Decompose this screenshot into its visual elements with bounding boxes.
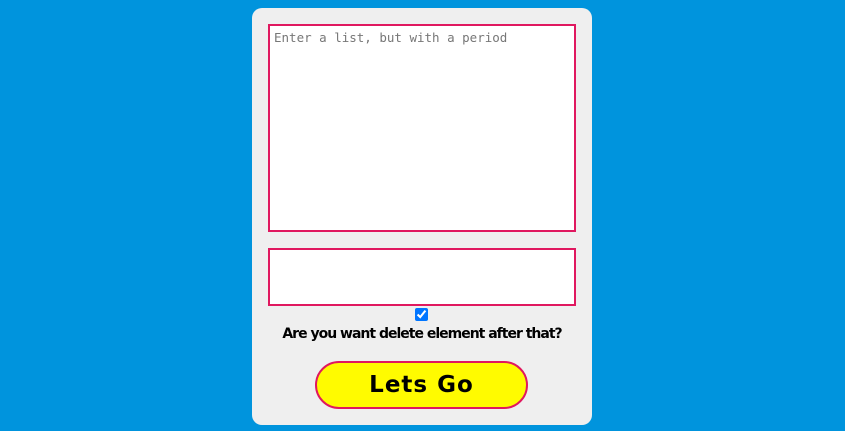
- delete-element-checkbox[interactable]: [415, 308, 428, 321]
- delete-element-label: Are you want delete element after that?: [282, 326, 562, 342]
- result-field[interactable]: [268, 248, 576, 306]
- form-card: Are you want delete element after that? …: [252, 8, 592, 425]
- lets-go-button[interactable]: Lets Go: [315, 361, 528, 409]
- list-input[interactable]: [268, 24, 576, 232]
